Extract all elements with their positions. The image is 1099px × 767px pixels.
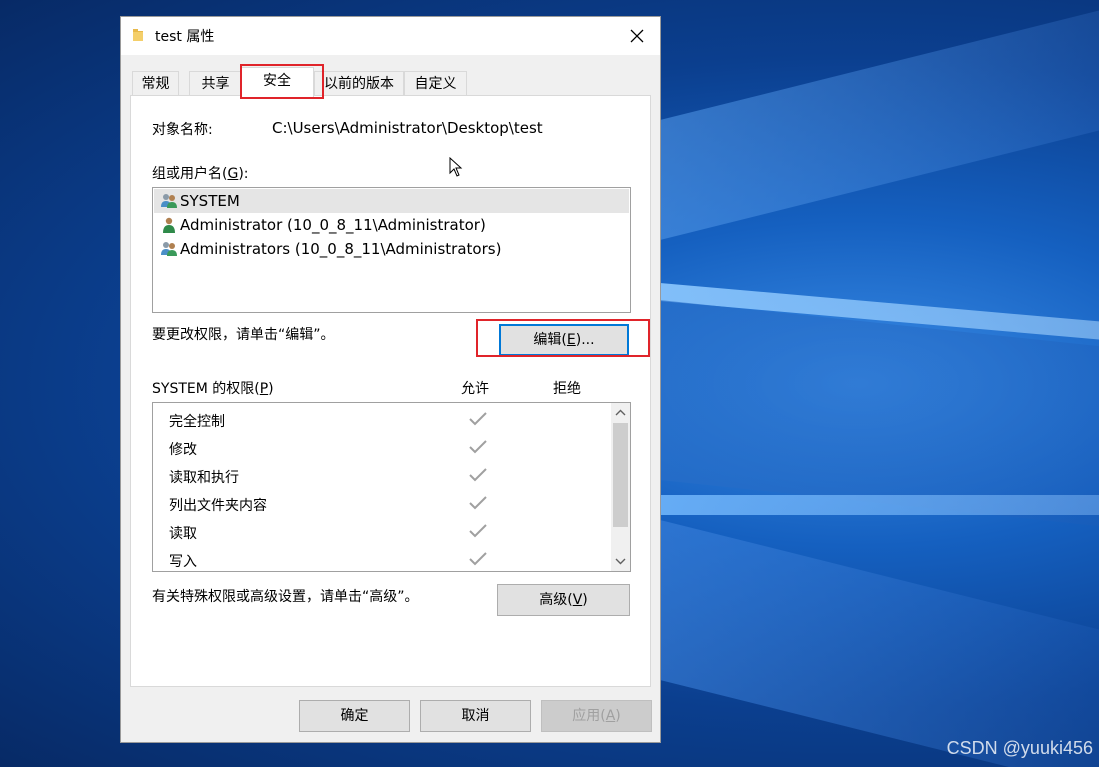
permission-name: 读取和执行 (169, 470, 239, 486)
highlight-edit-button (476, 319, 650, 357)
allow-column-header: 允许 (461, 381, 489, 397)
permissions-list[interactable]: 完全控制 修改 读取和执行 列出文件夹内容 读取 写入 (152, 402, 631, 572)
list-item-label: Administrator (10_0_8_11\Administrator) (180, 216, 486, 234)
check-icon (469, 440, 487, 454)
scroll-thumb[interactable] (613, 423, 628, 527)
folder-icon (133, 29, 143, 41)
group-icon (161, 194, 177, 208)
chevron-down-icon[interactable] (614, 555, 627, 567)
permission-name: 完全控制 (169, 414, 225, 430)
advanced-hint: 有关特殊权限或高级设置，请单击“高级”。 (152, 589, 419, 605)
object-name-value: C:\Users\Administrator\Desktop\test (272, 119, 543, 137)
permission-name: 写入 (169, 554, 197, 570)
group-icon (161, 242, 177, 256)
cancel-button[interactable]: 取消 (420, 700, 531, 732)
properties-dialog: test 属性 常规 共享 安全 以前的版本 自定义 对象名称: C:\User… (120, 16, 661, 743)
list-item-label: SYSTEM (180, 192, 240, 210)
wallpaper-beam (660, 520, 1099, 767)
table-row: 读取和执行 (153, 462, 609, 490)
groups-listbox[interactable]: SYSTEM Administrator (10_0_8_11\Administ… (152, 187, 631, 313)
list-item-label: Administrators (10_0_8_11\Administrators… (180, 240, 502, 258)
chevron-up-icon[interactable] (614, 407, 627, 419)
wallpaper-beam (660, 495, 1099, 515)
check-icon (469, 524, 487, 538)
vertical-scrollbar[interactable] (611, 403, 630, 571)
watermark: CSDN @yuuki456 (946, 738, 1093, 758)
title-bar: test 属性 (121, 17, 660, 55)
permission-name: 读取 (169, 526, 197, 542)
wallpaper-beam (660, 0, 1099, 241)
tab-previous-versions[interactable]: 以前的版本 (314, 71, 404, 95)
tab-general[interactable]: 常规 (132, 71, 179, 95)
table-row: 完全控制 (153, 406, 609, 434)
ok-button[interactable]: 确定 (299, 700, 410, 732)
check-icon (469, 552, 487, 566)
table-row: 写入 (153, 546, 609, 571)
check-icon (469, 496, 487, 510)
list-item[interactable]: Administrators (10_0_8_11\Administrators… (154, 237, 629, 261)
deny-column-header: 拒绝 (553, 381, 581, 397)
check-icon (469, 468, 487, 482)
list-item[interactable]: Administrator (10_0_8_11\Administrator) (154, 213, 629, 237)
user-icon (163, 217, 175, 233)
permission-name: 修改 (169, 442, 197, 458)
groups-label: 组或用户名(G): (152, 166, 249, 182)
close-button[interactable] (614, 17, 660, 55)
table-row: 修改 (153, 434, 609, 462)
table-row: 读取 (153, 518, 609, 546)
object-name-label: 对象名称: (152, 122, 213, 138)
security-panel: 对象名称: C:\Users\Administrator\Desktop\tes… (130, 95, 651, 687)
advanced-button[interactable]: 高级(V) (497, 584, 630, 616)
apply-button[interactable]: 应用(A) (541, 700, 652, 732)
window-title: test 属性 (155, 29, 215, 45)
edit-hint: 要更改权限，请单击“编辑”。 (152, 327, 335, 343)
highlight-security-tab (240, 64, 324, 99)
close-icon (630, 29, 644, 43)
mouse-cursor-icon (449, 157, 463, 177)
tab-sharing[interactable]: 共享 (189, 71, 242, 95)
table-row: 列出文件夹内容 (153, 490, 609, 518)
list-item[interactable]: SYSTEM (154, 189, 629, 213)
tab-customize[interactable]: 自定义 (404, 71, 467, 95)
permission-name: 列出文件夹内容 (169, 498, 267, 514)
permissions-label: SYSTEM 的权限(P) (152, 381, 274, 397)
check-icon (469, 412, 487, 426)
